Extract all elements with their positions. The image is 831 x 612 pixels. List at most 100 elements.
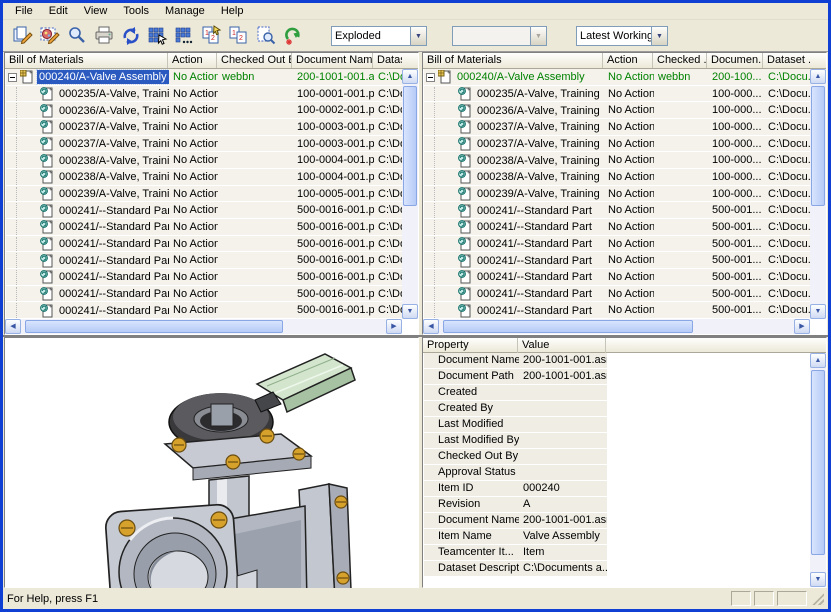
menu-item-tools[interactable]: Tools [115, 4, 157, 19]
document-edit-icon[interactable] [9, 23, 36, 49]
property-row[interactable]: Created [424, 385, 810, 401]
bom-row[interactable]: 000241/--Standard PartNo Action500-0016-… [6, 236, 402, 253]
bom-row[interactable]: 000237/A-Valve, TrainingNo Action100-000… [424, 119, 810, 136]
item-label[interactable]: 000241/--Standard Part [475, 237, 594, 251]
bom-row[interactable]: 000241/--Standard PartNo Action500-0016-… [6, 269, 402, 286]
bom-row[interactable]: 000241/--Standard PartNo Action500-0016-… [6, 252, 402, 269]
property-row[interactable]: Document Path200-1001-001.asm/ [424, 369, 810, 385]
item-label[interactable]: 000236/A-Valve, Training [57, 104, 169, 118]
property-row[interactable]: RevisionA [424, 497, 810, 513]
column-header-value[interactable]: Value [518, 338, 606, 353]
collapse-expander-icon[interactable] [8, 73, 17, 82]
scroll-down-icon[interactable]: ▼ [402, 304, 418, 319]
column-header-documen[interactable]: Documen... [707, 53, 763, 68]
item-label[interactable]: 000241/--Standard Part [475, 220, 594, 234]
column-header-action[interactable]: Action [168, 53, 217, 68]
item-label[interactable]: 000241/--Standard Part [475, 204, 594, 218]
item-label[interactable]: 000238/A-Valve, Training [475, 154, 602, 168]
item-label[interactable]: 000241/--Standard Part [475, 304, 594, 318]
horizontal-scrollbar[interactable]: ◀ ▶ [423, 319, 810, 334]
resize-grip-icon[interactable] [811, 592, 824, 605]
menu-item-manage[interactable]: Manage [157, 4, 213, 19]
item-label[interactable]: 000241/--Standard Part [57, 237, 169, 251]
menu-item-edit[interactable]: Edit [41, 4, 76, 19]
column-header-action[interactable]: Action [603, 53, 653, 68]
scrollbar-thumb[interactable] [25, 320, 283, 333]
column-header-bill-of-materials[interactable]: Bill of Materials [5, 53, 168, 68]
scroll-up-icon[interactable]: ▲ [810, 69, 826, 84]
bom-row[interactable]: 000235/A-Valve, TrainingNo Action100-000… [6, 86, 402, 103]
bom-row[interactable]: 000238/A-Valve, TrainingNo Action100-000… [424, 169, 810, 186]
vertical-scrollbar[interactable]: ▲ ▼ [810, 353, 826, 587]
item-label[interactable]: 000238/A-Valve, Training [57, 154, 169, 168]
bom-row[interactable]: 000241/--Standard PartNo Action500-0016-… [6, 202, 402, 219]
bom-row[interactable]: 000236/A-Valve, TrainingNo Action100-000… [6, 102, 402, 119]
scroll-left-icon[interactable]: ◀ [5, 319, 21, 334]
bom-row[interactable]: 000241/--Standard PartNo Action500-001..… [424, 252, 810, 269]
bom-row[interactable]: 000241/--Standard PartNo Action500-001..… [424, 202, 810, 219]
item-label[interactable]: 000237/A-Valve, Training [475, 137, 602, 151]
item-label[interactable]: 000241/--Standard Part [57, 304, 169, 318]
chevron-down-icon[interactable]: ▼ [410, 27, 426, 45]
search-icon[interactable] [63, 23, 90, 49]
item-label[interactable]: 000236/A-Valve, Training [475, 104, 602, 118]
item-label[interactable]: 000238/A-Valve, Training [475, 170, 602, 184]
column-header-document-name[interactable]: Document Name [292, 53, 373, 68]
bom-row[interactable]: 000241/--Standard PartNo Action500-001..… [424, 236, 810, 253]
item-label[interactable]: 000237/A-Valve, Training [57, 137, 169, 151]
property-row[interactable]: Item NameValve Assembly [424, 529, 810, 545]
horizontal-scrollbar[interactable]: ◀ ▶ [5, 319, 402, 334]
item-label[interactable]: 000237/A-Valve, Training [57, 120, 169, 134]
bom-row[interactable]: 000241/--Standard PartNo Action500-0016-… [6, 302, 402, 319]
column-header-blank[interactable] [606, 338, 810, 353]
grid-options-icon[interactable] [171, 23, 198, 49]
bom-row[interactable]: 000237/A-Valve, TrainingNo Action100-000… [6, 119, 402, 136]
bom-row[interactable]: 000240/A-Valve AssemblyNo Actionwebbn200… [424, 69, 810, 86]
collapse-expander-icon[interactable] [426, 73, 435, 82]
property-row[interactable]: Last Modified By [424, 433, 810, 449]
property-row[interactable]: Checked Out By [424, 449, 810, 465]
scroll-up-icon[interactable]: ▲ [810, 353, 826, 368]
bom-row[interactable]: 000241/--Standard PartNo Action500-0016-… [6, 219, 402, 236]
scrollbar-thumb[interactable] [811, 86, 825, 206]
bom-row[interactable]: 000237/A-Valve, TrainingNo Action100-000… [424, 136, 810, 153]
item-label[interactable]: 000241/--Standard Part [57, 287, 169, 301]
scroll-right-icon[interactable]: ▶ [386, 319, 402, 334]
bom-row[interactable]: 000241/--Standard PartNo Action500-001..… [424, 219, 810, 236]
bom-row[interactable]: 000239/A-Valve, TrainingNo Action100-000… [424, 186, 810, 203]
item-label[interactable]: 000235/A-Valve, Training [57, 87, 169, 101]
bom-row[interactable]: 000241/--Standard PartNo Action500-001..… [424, 269, 810, 286]
column-header-checked-out-by[interactable]: Checked Out By [217, 53, 292, 68]
scrollbar-thumb[interactable] [443, 320, 693, 333]
bom-row[interactable]: 000239/A-Valve, TrainingNo Action100-000… [6, 186, 402, 203]
column-header-bill-of-materials[interactable]: Bill of Materials [423, 53, 603, 68]
scroll-right-icon[interactable]: ▶ [794, 319, 810, 334]
item-label[interactable]: 000239/A-Valve, Training [475, 187, 602, 201]
bom-row[interactable]: 000238/A-Valve, TrainingNo Action100-000… [6, 152, 402, 169]
property-row[interactable]: Document Name200-1001-001.asm [424, 513, 810, 529]
item-label[interactable]: 000240/A-Valve Assembly [455, 70, 587, 84]
property-row[interactable]: Created By [424, 401, 810, 417]
grid-cursor-icon[interactable] [144, 23, 171, 49]
scroll-left-icon[interactable]: ◀ [423, 319, 439, 334]
bom-row[interactable]: 000241/--Standard PartNo Action500-0016-… [6, 286, 402, 303]
item-label[interactable]: 000240/A-Valve Assembly [37, 70, 169, 84]
item-label[interactable]: 000241/--Standard Part [57, 220, 169, 234]
bom-row[interactable]: 000236/A-Valve, TrainingNo Action100-000… [424, 102, 810, 119]
property-row[interactable]: Last Modified [424, 417, 810, 433]
print-icon[interactable] [90, 23, 117, 49]
item-label[interactable]: 000241/--Standard Part [475, 287, 594, 301]
revision-rule-dropdown[interactable]: Latest Working ▼ [576, 26, 668, 46]
vertical-scrollbar[interactable]: ▲ ▼ [402, 69, 418, 319]
bom-row[interactable]: 000241/--Standard PartNo Action500-001..… [424, 286, 810, 303]
property-row[interactable]: Document Name200-1001-001.asm [424, 353, 810, 369]
item-label[interactable]: 000239/A-Valve, Training [57, 187, 169, 201]
menu-item-help[interactable]: Help [213, 4, 252, 19]
menu-item-view[interactable]: View [76, 4, 116, 19]
scroll-up-icon[interactable]: ▲ [402, 69, 418, 84]
3d-viewer-pane[interactable] [4, 337, 419, 588]
bom-row[interactable]: 000235/A-Valve, TrainingNo Action100-000… [424, 86, 810, 103]
item-label[interactable]: 000235/A-Valve, Training [475, 87, 602, 101]
column-header-property[interactable]: Property [423, 338, 518, 353]
item-label[interactable]: 000241/--Standard Part [57, 254, 169, 268]
